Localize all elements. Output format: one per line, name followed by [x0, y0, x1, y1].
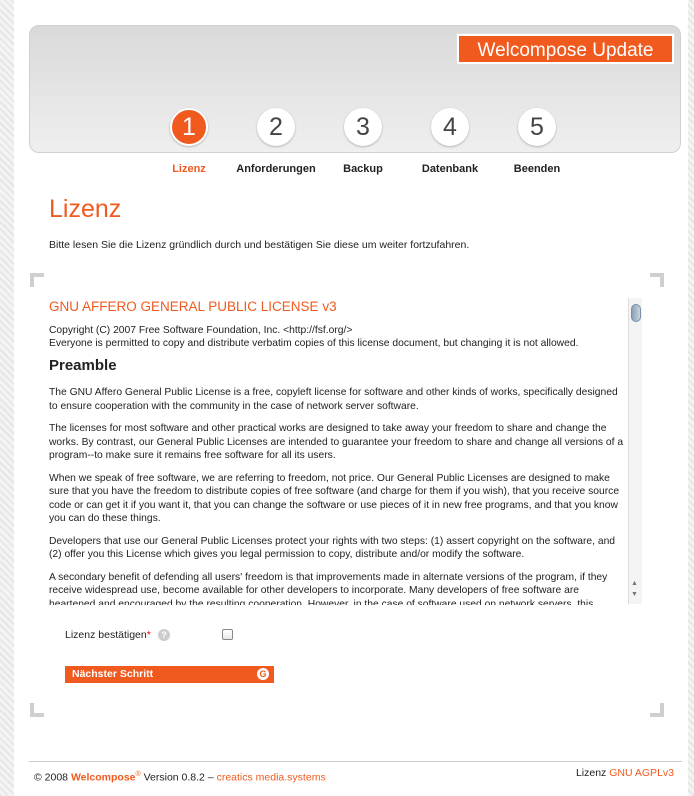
next-step-button[interactable]: Nächster Schritt G — [65, 666, 274, 683]
page: Welcompose Update 1 2 3 4 5 Lizenz Anfor… — [14, 0, 688, 796]
license-paragraph: Developers that use our General Public L… — [49, 535, 616, 561]
footer-brand[interactable]: Welcompose — [71, 772, 136, 784]
step-2-circle: 2 — [257, 108, 295, 146]
license-permission: Everyone is permitted to copy and distri… — [49, 338, 579, 349]
scroll-down-arrow-icon[interactable]: ▼ — [631, 591, 638, 598]
footer-copyright-prefix: © 2008 — [34, 771, 71, 784]
step-progress: 1 2 3 4 5 Lizenz Anforderungen Backup Da… — [14, 0, 688, 180]
license-scrollbar[interactable]: ▲ ▼ — [628, 298, 642, 604]
frame-corner-top-right — [650, 273, 664, 287]
license-paragraph: The GNU Affero General Public License is… — [49, 387, 618, 412]
license-heading: GNU AFFERO GENERAL PUBLIC LICENSE v3 — [49, 299, 337, 314]
frame-corner-bottom-right — [650, 703, 664, 717]
step-5-label: Beenden — [513, 163, 561, 175]
license-text-area[interactable]: GNU AFFERO GENERAL PUBLIC LICENSE v3 Cop… — [49, 296, 643, 605]
step-4-circle: 4 — [431, 108, 469, 146]
footer-license-prefix: Lizenz — [575, 767, 610, 779]
page-title: Lizenz — [49, 195, 122, 223]
footer-license-link[interactable]: GNU AGPLv3 — [609, 767, 674, 779]
intro-text: Bitte lesen Sie die Lizenz gründlich dur… — [49, 239, 470, 251]
footer-version: Version 0.8.2 – — [140, 771, 217, 784]
help-icon[interactable]: ? — [158, 629, 170, 641]
step-5-circle: 5 — [518, 108, 556, 146]
confirm-license-label: Lizenz bestätigen* — [65, 629, 151, 641]
frame-corner-bottom-left — [30, 703, 44, 717]
step-1-circle: 1 — [170, 108, 208, 146]
frame-corner-top-left — [30, 273, 44, 287]
next-arrow-icon: G — [257, 668, 269, 680]
license-copyright: Copyright (C) 2007 Free Software Foundat… — [49, 324, 353, 336]
footer-license: Lizenz GNU AGPLv3 — [576, 767, 674, 779]
confirm-license-checkbox[interactable] — [222, 629, 233, 640]
scrollbar-thumb[interactable] — [631, 304, 641, 322]
confirm-label-text: Lizenz bestätigen — [65, 629, 147, 641]
license-paragraph: A secondary benefit of defending all use… — [49, 571, 608, 606]
step-3-circle: 3 — [344, 108, 382, 146]
license-paragraph: When we speak of free software, we are r… — [49, 472, 620, 525]
next-step-label: Nächster Schritt — [72, 668, 154, 680]
footer-divider — [29, 761, 682, 762]
footer-company-link[interactable]: creatics media.systems — [217, 772, 326, 784]
footer-copyright: © 2008 Welcompose® Version 0.8.2 – creat… — [34, 771, 326, 784]
scroll-up-arrow-icon[interactable]: ▲ — [631, 580, 638, 587]
required-asterisk: * — [146, 629, 151, 641]
license-paragraph: The licenses for most software and other… — [49, 423, 624, 461]
preamble-title: Preamble — [49, 356, 117, 374]
